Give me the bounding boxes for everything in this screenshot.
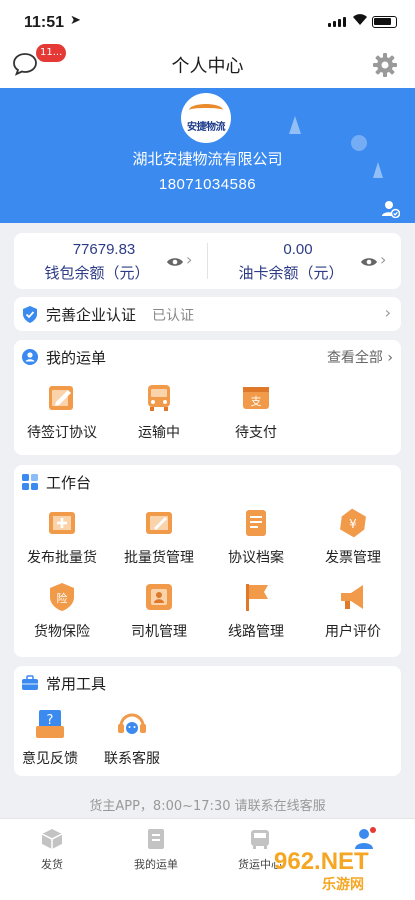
battery-icon — [372, 16, 397, 28]
truck-icon — [143, 382, 175, 414]
nav-bar: 11... 个人中心 — [0, 44, 415, 88]
verification-status: 已认证 — [152, 308, 194, 324]
svg-text:险: 险 — [57, 591, 68, 605]
workbench-item-insurance[interactable]: 险 货物保险 — [14, 581, 110, 641]
tools-section: 常用工具 ? 意见反馈 联系客服 — [14, 666, 401, 776]
grid-icon — [22, 474, 38, 494]
logo-text: 安捷物流 — [187, 121, 226, 133]
eye-icon[interactable] — [166, 253, 184, 272]
section-title: 工作台 — [46, 474, 92, 492]
feedback-icon: ? — [34, 708, 66, 740]
fuel-label: 油卡余额（元） — [238, 264, 344, 282]
section-header: 工作台 — [14, 465, 401, 497]
order-item-pending-sign[interactable]: 待签订协议 — [14, 382, 110, 442]
toolbox-icon — [22, 675, 38, 695]
watermark-brand: 962.NET — [274, 848, 369, 875]
enterprise-verification-row[interactable]: 完善企业认证 已认证 › — [14, 297, 401, 331]
megaphone-icon — [337, 581, 369, 613]
verification-title: 完善企业认证 — [46, 306, 137, 324]
workbench-item-route-manage[interactable]: 线路管理 — [208, 581, 304, 641]
shield-check-icon — [22, 306, 38, 327]
section-title: 常用工具 — [46, 675, 107, 693]
account-switch-icon[interactable] — [382, 200, 401, 219]
fuel-value: 0.00 — [283, 241, 313, 258]
order-item-pending-payment[interactable]: 支 待支付 — [208, 382, 304, 442]
status-time: 11:51 — [24, 14, 65, 31]
chevron-right-icon: › — [384, 303, 391, 322]
balance-card: 77679.83 钱包余额（元） › 0.00 油卡余额（元） › — [14, 233, 401, 289]
eye-icon[interactable] — [360, 253, 378, 272]
profile-banner: 安捷物流 湖北安捷物流有限公司 18071034586 — [0, 88, 415, 223]
wifi-icon — [352, 12, 368, 30]
section-header: 常用工具 — [14, 666, 401, 698]
publish-cargo-icon — [46, 507, 78, 539]
wallet-balance[interactable]: 77679.83 钱包余额（元） › — [14, 233, 207, 289]
wallet-value: 77679.83 — [72, 241, 136, 258]
location-arrow-icon: ➤ — [70, 13, 81, 28]
wallet-label: 钱包余额（元） — [44, 264, 150, 282]
contract-sign-icon — [46, 382, 78, 414]
site-watermark: 962.NET 乐游网 — [274, 846, 406, 894]
service-hours-note: 货主APP，8:00~17:30 请联系在线客服 — [89, 799, 326, 814]
workbench-item-driver-manage[interactable]: 司机管理 — [111, 581, 207, 641]
workbench-item-batch-manage[interactable]: 批量货管理 — [111, 507, 207, 567]
workbench-item-agreement-archive[interactable]: 协议档案 — [208, 507, 304, 567]
workbench-section: 工作台 发布批量货 批量货管理 协议档案 ¥ 发票管理 险 货物保险 司机管理 — [14, 465, 401, 657]
svg-text:?: ? — [47, 713, 54, 728]
svg-text:¥: ¥ — [349, 517, 357, 531]
headset-icon — [116, 708, 148, 740]
truck-tab-icon — [248, 827, 272, 851]
decoration-icon — [289, 116, 301, 134]
section-title: 我的运单 — [46, 349, 107, 367]
gear-icon[interactable] — [372, 52, 398, 78]
driver-icon — [143, 581, 175, 613]
company-name: 湖北安捷物流有限公司 — [132, 150, 283, 168]
workbench-item-invoice[interactable]: ¥ 发票管理 — [305, 507, 401, 567]
chevron-right-icon: › — [380, 250, 387, 269]
svg-text:支: 支 — [251, 395, 262, 408]
workbench-item-user-review[interactable]: 用户评价 — [305, 581, 401, 641]
workbench-item-publish-batch[interactable]: 发布批量货 — [14, 507, 110, 567]
tool-item-customer-service[interactable]: 联系客服 — [84, 708, 180, 768]
signal-icon — [328, 17, 346, 27]
page-title: 个人中心 — [171, 56, 244, 77]
payment-icon: 支 — [240, 382, 272, 414]
watermark-sub: 乐游网 — [322, 877, 364, 893]
fuel-card-balance[interactable]: 0.00 油卡余额（元） › — [208, 233, 401, 289]
agreement-archive-icon — [240, 507, 272, 539]
company-logo: 安捷物流 — [181, 93, 231, 143]
chevron-right-icon: › — [186, 250, 193, 269]
invoice-icon: ¥ — [337, 507, 369, 539]
phone-number: 18071034586 — [158, 176, 257, 193]
box-icon — [40, 827, 64, 851]
view-all-link[interactable]: 查看全部 › — [327, 347, 393, 367]
order-item-in-transit[interactable]: 运输中 — [111, 382, 207, 442]
user-icon — [22, 349, 38, 369]
orders-icon — [144, 827, 168, 851]
my-orders-section: 我的运单 查看全部 › 待签订协议 运输中 支 待支付 — [14, 340, 401, 455]
route-flag-icon — [240, 581, 272, 613]
status-bar: 11:51 ➤ — [0, 0, 415, 44]
insurance-icon: 险 — [46, 581, 78, 613]
section-header: 我的运单 查看全部 › — [14, 340, 401, 372]
tab-ship[interactable]: 发货 — [0, 827, 104, 872]
tab-my-orders[interactable]: 我的运单 — [104, 827, 208, 872]
cargo-manage-icon — [143, 507, 175, 539]
